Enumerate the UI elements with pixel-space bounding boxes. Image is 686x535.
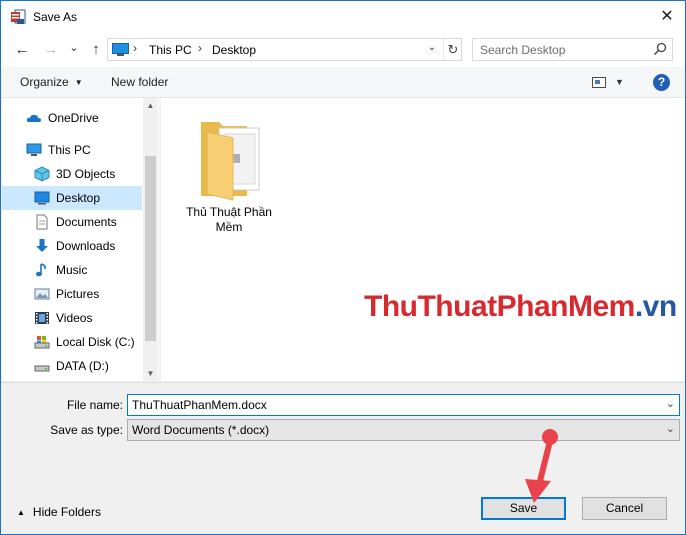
folder-item[interactable]: Thủ Thuật Phần Mềm	[181, 112, 277, 236]
recent-locations-chevron-icon[interactable]: ⌄	[64, 38, 84, 58]
address-row: ← → ⌄ ↑ › This PC › Desktop ⌄ ↻ Search D…	[1, 33, 685, 67]
caret-up-icon: ▲	[17, 508, 25, 517]
sidebar-item-onedrive[interactable]: OneDrive	[2, 106, 142, 130]
computer-icon	[112, 43, 129, 56]
documents-icon	[36, 214, 48, 230]
watermark-suffix: .vn	[634, 290, 677, 323]
scroll-thumb[interactable]	[145, 156, 156, 341]
sidebar-item-3d-objects[interactable]: 3D Objects	[2, 162, 142, 186]
dialog-footer: ▲ Hide Folders Save Cancel	[1, 447, 685, 534]
hide-folders-label: Hide Folders	[32, 505, 101, 519]
title-bar: Save As ✕	[1, 1, 685, 33]
breadcrumb-desktop[interactable]: Desktop	[212, 43, 256, 57]
forward-arrow-icon[interactable]: →	[41, 40, 61, 60]
organize-button[interactable]: Organize ▼	[20, 75, 83, 89]
sidebar-item-downloads[interactable]: Downloads	[2, 234, 142, 258]
sidebar-item-desktop[interactable]: Desktop	[2, 186, 142, 210]
sidebar-item-label: This PC	[48, 143, 91, 157]
sidebar-item-local-disk-c[interactable]: Local Disk (C:)	[2, 330, 142, 354]
refresh-icon[interactable]: ↻	[443, 39, 462, 60]
word-app-icon	[11, 9, 26, 24]
sidebar-item-label: Downloads	[56, 239, 116, 253]
sidebar-item-label: Documents	[56, 215, 117, 229]
sidebar-item-label: Pictures	[56, 287, 100, 301]
sidebar-item-label: Local Disk (C:)	[56, 335, 135, 349]
window-title: Save As	[33, 10, 78, 24]
computer-icon	[26, 143, 42, 156]
sidebar-item-label: Videos	[56, 311, 93, 325]
search-input[interactable]: Search Desktop	[480, 43, 565, 57]
new-folder-button[interactable]: New folder	[111, 75, 168, 89]
search-icon[interactable]	[653, 42, 667, 56]
help-icon[interactable]: ?	[653, 74, 670, 91]
watermark-text: ThuThuatPhanMem.vn	[364, 290, 677, 324]
sidebar-item-label: Desktop	[56, 191, 101, 205]
file-name-field[interactable]: ThuThuatPhanMem.docx ⌄	[127, 394, 680, 416]
up-arrow-icon[interactable]: ↑	[86, 40, 106, 60]
command-bar: Organize ▼ New folder ▼ ?	[1, 67, 685, 98]
address-bar[interactable]: › This PC › Desktop ⌄ ↻	[107, 38, 462, 61]
search-box[interactable]: Search Desktop	[472, 38, 673, 61]
view-caret-icon[interactable]: ▼	[615, 77, 624, 87]
breadcrumb-this-pc[interactable]: This PC	[149, 43, 192, 57]
sidebar-item-label: OneDrive	[48, 111, 99, 125]
music-icon	[36, 263, 46, 277]
sidebar-item-pictures[interactable]: Pictures	[2, 282, 142, 306]
sidebar-item-music[interactable]: Music	[2, 258, 142, 282]
desktop-icon	[34, 191, 50, 205]
save-form: File name: ThuThuatPhanMem.docx ⌄ Save a…	[1, 382, 685, 447]
view-options-icon[interactable]	[592, 77, 606, 88]
address-dropdown-chevron-icon[interactable]: ⌄	[425, 42, 439, 53]
sidebar-item-documents[interactable]: Documents	[2, 210, 142, 234]
cancel-button[interactable]: Cancel	[582, 497, 667, 520]
cloud-icon	[26, 114, 41, 122]
download-icon	[36, 239, 48, 252]
sidebar-scrollbar[interactable]: ▲ ▼	[143, 98, 158, 381]
sidebar-item-videos[interactable]: Videos	[2, 306, 142, 330]
file-name-label: File name:	[66, 398, 123, 412]
navigation-pane: OneDrive This PC 3D Objects Desktop Docu…	[2, 98, 159, 381]
save-as-type-value: Word Documents (*.docx)	[132, 423, 270, 437]
save-as-type-label: Save as type:	[50, 423, 123, 437]
watermark-main: ThuThuatPhanMem	[364, 290, 635, 323]
sidebar-item-label: 3D Objects	[56, 167, 116, 181]
sidebar-item-label: DATA (D:)	[56, 359, 109, 373]
file-name-value[interactable]: ThuThuatPhanMem.docx	[132, 398, 267, 412]
save-button[interactable]: Save	[481, 497, 566, 520]
folder-icon	[201, 122, 260, 201]
videos-icon	[35, 312, 49, 324]
breadcrumb-separator: ›	[198, 41, 202, 55]
pictures-icon	[34, 288, 50, 300]
scroll-up-icon[interactable]: ▲	[143, 98, 158, 113]
chevron-down-icon[interactable]: ⌄	[666, 422, 675, 435]
drive-icon	[34, 365, 50, 372]
cube-icon	[34, 166, 50, 182]
scroll-down-icon[interactable]: ▼	[143, 366, 158, 381]
sidebar-item-this-pc[interactable]: This PC	[2, 138, 142, 162]
file-list-pane: Thủ Thuật Phần Mềm ThuThuatPhanMem.vn	[161, 98, 685, 381]
sidebar-item-label: Music	[56, 263, 88, 277]
drive-icon	[34, 336, 50, 349]
close-icon[interactable]: ✕	[649, 3, 685, 31]
save-as-dialog: Save As ✕ ← → ⌄ ↑ › This PC › Desktop ⌄ …	[0, 0, 686, 535]
save-as-type-select[interactable]: Word Documents (*.docx) ⌄	[127, 419, 680, 441]
breadcrumb-separator: ›	[133, 41, 137, 55]
caret-down-icon: ▼	[74, 78, 83, 87]
organize-label: Organize	[20, 75, 69, 89]
back-arrow-icon[interactable]: ←	[12, 40, 32, 60]
chevron-down-icon[interactable]: ⌄	[666, 397, 675, 410]
folder-label: Thủ Thuật Phần Mềm	[186, 205, 272, 234]
sidebar-item-data-d[interactable]: DATA (D:)	[2, 354, 142, 378]
hide-folders-button[interactable]: ▲ Hide Folders	[17, 505, 101, 519]
